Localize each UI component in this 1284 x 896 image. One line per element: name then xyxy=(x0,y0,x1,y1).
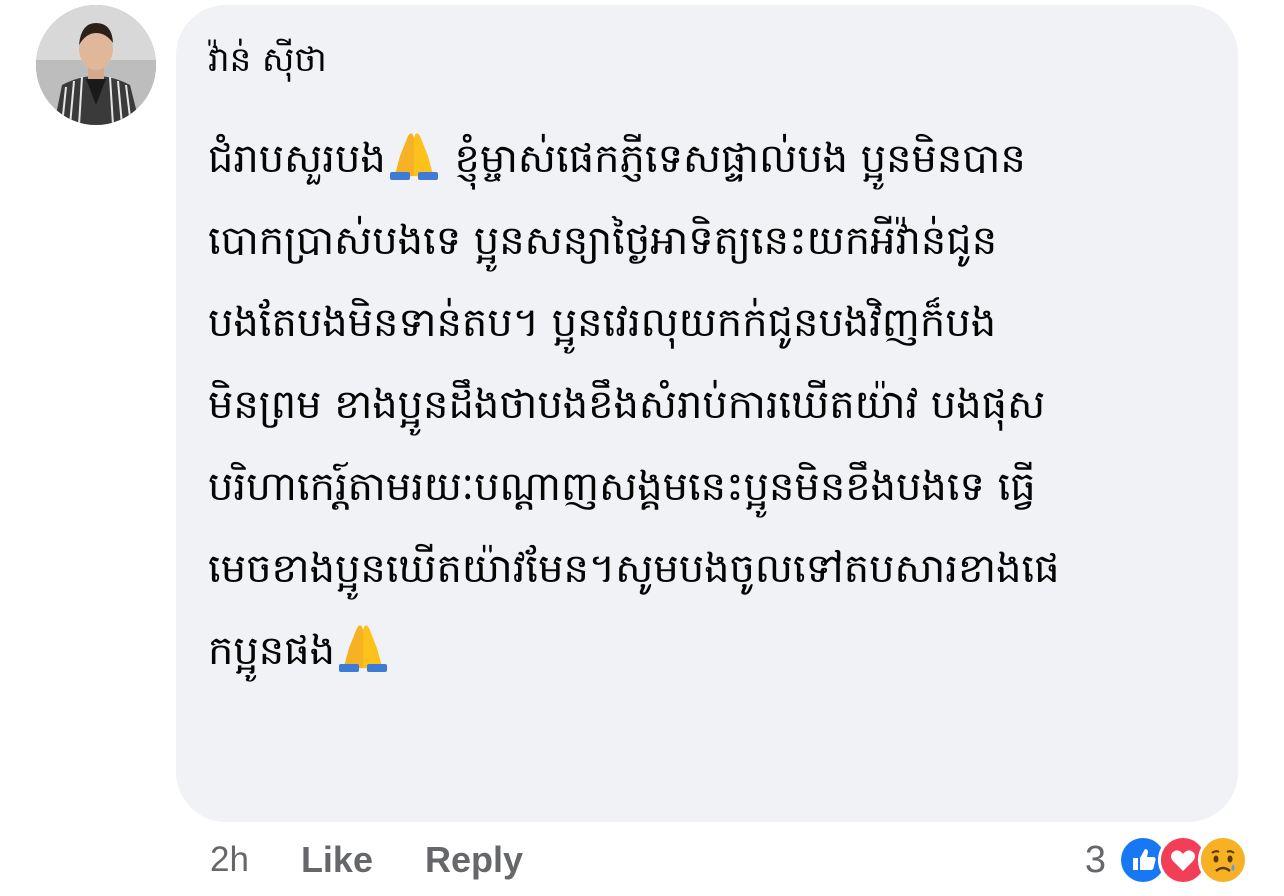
comment-actions: 2h Like Reply xyxy=(210,834,523,886)
comment-line: បរិហាកេរ្ត៍តាមរយៈបណ្ដាញសង្គមនេះប្អូនមិនខ… xyxy=(208,464,1036,510)
comment-line: មិនព្រម ខាងប្អូនដឹងថាបងខឹងសំរាប់ការឃើតយ៉… xyxy=(208,382,1046,428)
reaction-icons xyxy=(1118,835,1248,885)
reply-button[interactable]: Reply xyxy=(425,839,523,881)
comment-line: បោកប្រាស់បងទេ ប្អូនសន្យាថ្ងៃអាទិត្យនេះយក… xyxy=(208,218,998,264)
avatar-photo xyxy=(36,5,156,125)
comment-line: មេចខាងប្អូនឃើតយ៉ាវមែន។សូមបងចូលទៅតបសារខាង… xyxy=(208,546,1060,592)
comment-line: ខ្ញុំម្ចាស់ផេកភ្ញីទេសផ្ទាល់បង ប្អូនមិនបា… xyxy=(454,136,1026,182)
comment-timestamp[interactable]: 2h xyxy=(210,840,249,880)
reaction-count: 3 xyxy=(1084,838,1106,881)
comment-author-name[interactable]: វ៉ាន់ សុីថា xyxy=(208,36,327,84)
reaction-summary[interactable]: 3 xyxy=(1085,832,1248,888)
comment-body: ជំរាបសួរបង ខ្ញុំម្ចាស់ផេកភ្ញីទេសផ្ទាល់បង… xyxy=(208,118,1218,692)
comment-line: ជំរាបសួរបង xyxy=(208,136,386,182)
comment-line: កប្អូនផង xyxy=(208,628,335,674)
avatar[interactable] xyxy=(36,5,156,125)
sad-reaction-icon xyxy=(1198,835,1248,885)
comment: វ៉ាន់ សុីថា ជំរាបសួរបង ខ្ញុំម្ចាស់ផេកភ្ញ… xyxy=(0,0,1284,896)
folded-hands-icon xyxy=(386,126,442,182)
like-button[interactable]: Like xyxy=(301,839,373,881)
comment-line: បងតែបងមិនទាន់តប។ ប្អូនវេរលុយកក់ជូនបងវិញក… xyxy=(208,300,997,346)
folded-hands-icon xyxy=(335,618,391,674)
